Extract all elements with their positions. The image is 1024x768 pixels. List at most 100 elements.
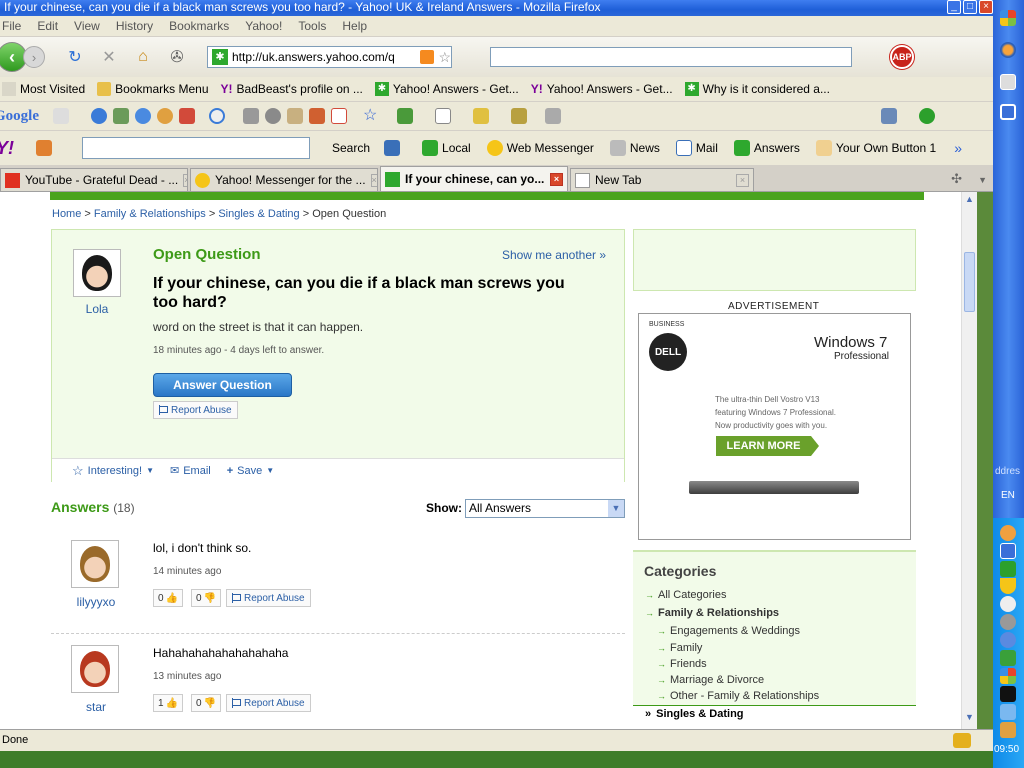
category-other-family[interactable]: Other - Family & Relationships (657, 690, 819, 702)
breadcrumb-singles-dating[interactable]: Singles & Dating (218, 208, 299, 220)
sidewiki-icon[interactable] (473, 108, 489, 124)
show-filter-select[interactable]: All Answers ▼ (465, 499, 625, 518)
pencil-icon[interactable] (545, 108, 561, 124)
menu-file[interactable]: File (0, 19, 29, 33)
bookmark-yahoo-answers-2[interactable]: Y! Yahoo! Answers - Get... (525, 82, 679, 96)
tray-app-icon[interactable] (1000, 722, 1016, 738)
wrench-icon[interactable] (881, 108, 897, 124)
window-icon[interactable] (1000, 74, 1016, 90)
language-indicator[interactable]: EN (1001, 490, 1015, 501)
close-icon[interactable]: × (979, 0, 993, 14)
scroll-down-icon[interactable]: ▼ (963, 712, 976, 726)
yahoo-search-button[interactable]: Search (324, 141, 378, 155)
interesting-button[interactable]: ☆ Interesting! ▼ (64, 463, 162, 479)
firefox-icon[interactable] (1000, 42, 1016, 58)
shield-icon[interactable] (384, 140, 401, 156)
pencil-icon[interactable] (36, 140, 52, 156)
tray-flag-icon[interactable] (1000, 668, 1016, 684)
tray-window-icon[interactable] (1000, 543, 1016, 559)
more-chevron-icon[interactable]: » (954, 140, 962, 156)
close-tab-icon[interactable]: × (550, 172, 563, 186)
save-button[interactable]: + Save ▼ (219, 465, 282, 477)
addon-icon[interactable]: ✇ (165, 45, 189, 69)
adblock-plus-button[interactable]: ABP (890, 45, 914, 69)
learn-more-button[interactable]: LEARN MORE (716, 436, 819, 456)
mail-icon[interactable] (331, 108, 347, 124)
email-button[interactable]: ✉ Email (162, 464, 219, 478)
clock[interactable]: 09:50 (994, 744, 1019, 755)
yahoo-local-button[interactable]: Local (414, 140, 479, 156)
shield-icon[interactable] (1000, 578, 1016, 594)
google-logo[interactable]: Google (0, 108, 39, 125)
globe-icon[interactable] (91, 108, 107, 124)
avatar[interactable] (71, 645, 119, 693)
tab-new-tab[interactable]: New Tab × (570, 168, 754, 191)
bookmark-star-icon[interactable]: ☆ (438, 49, 451, 66)
yslow-icon[interactable] (953, 733, 971, 748)
category-all[interactable]: All Categories (645, 589, 726, 601)
bookmark-yahoo-answers-1[interactable]: ✱ Yahoo! Answers - Get... (369, 82, 525, 96)
chrome-icon[interactable] (209, 108, 225, 124)
answerer-name[interactable]: lilyyyxo (66, 595, 126, 609)
report-abuse-button[interactable]: Report Abuse (226, 694, 311, 712)
tray-app-icon[interactable] (1000, 525, 1016, 541)
bookmark-bookmarks-menu[interactable]: Bookmarks Menu (91, 82, 214, 96)
tab-list-icon[interactable]: ✣ (941, 171, 972, 191)
notebook-icon[interactable] (309, 108, 325, 124)
scrollbar-thumb[interactable] (964, 252, 975, 312)
window-icon[interactable] (1000, 104, 1016, 120)
thumbs-up-button[interactable]: 1 👍 (153, 694, 184, 712)
thumbs-down-button[interactable]: 0 👎 (191, 694, 222, 712)
report-abuse-button[interactable]: Report Abuse (226, 589, 311, 607)
thumbs-up-button[interactable]: 0 👍 (153, 589, 184, 607)
answer-question-button[interactable]: Answer Question (153, 373, 292, 397)
close-tab-icon[interactable]: × (736, 173, 749, 187)
url-bar[interactable]: ✱ http://uk.answers.yahoo.com/q ☆ (207, 46, 452, 68)
close-tab-icon[interactable]: × (183, 173, 187, 187)
globe-icon[interactable] (135, 108, 151, 124)
gear-icon[interactable] (1000, 614, 1016, 630)
tab-yahoo-messenger[interactable]: Yahoo! Messenger for the ... × (190, 168, 378, 191)
tray-green-icon[interactable] (1000, 561, 1016, 577)
tab-question[interactable]: If your chinese, can yo... × (380, 166, 568, 191)
yahoo-mail-button[interactable]: Mail (668, 140, 726, 156)
category-engagements-weddings[interactable]: Engagements & Weddings (657, 625, 800, 637)
category-friends[interactable]: Friends (657, 658, 707, 670)
chat-icon[interactable] (265, 108, 281, 124)
send-to-icon[interactable] (511, 108, 527, 124)
tray-app-icon[interactable] (1000, 704, 1016, 720)
menu-bookmarks[interactable]: Bookmarks (161, 19, 237, 33)
tab-youtube[interactable]: YouTube - Grateful Dead - ... × (0, 168, 188, 191)
category-family[interactable]: Family (657, 642, 702, 654)
reload-icon[interactable]: ↻ (63, 45, 87, 69)
avatar[interactable] (71, 540, 119, 588)
network-icon[interactable] (1000, 596, 1016, 612)
calendar-icon[interactable] (179, 108, 195, 124)
bookmark-most-visited[interactable]: Most Visited (0, 82, 91, 96)
translate-icon[interactable] (435, 108, 451, 124)
close-tab-icon[interactable]: × (370, 173, 377, 187)
minimize-icon[interactable]: _ (947, 0, 961, 14)
comment-icon[interactable] (53, 108, 69, 124)
menu-yahoo[interactable]: Yahoo! (237, 19, 290, 33)
asker-name[interactable]: Lola (67, 302, 127, 316)
menu-help[interactable]: Help (334, 19, 375, 33)
star-icon[interactable]: ☆ (363, 108, 379, 124)
building-icon[interactable] (243, 108, 259, 124)
tray-app-icon[interactable] (1000, 686, 1016, 702)
menu-edit[interactable]: Edit (29, 19, 66, 33)
tray-app-icon[interactable] (1000, 650, 1016, 666)
yahoo-answers-button[interactable]: Answers (726, 140, 808, 156)
forward-button[interactable]: › (23, 46, 45, 68)
image-icon[interactable] (113, 108, 129, 124)
search-bar[interactable] (490, 47, 852, 67)
windows-flag-icon[interactable] (1000, 10, 1016, 26)
advertisement[interactable]: BUSINESS DELL Windows 7 Professional The… (638, 313, 911, 540)
tray-app-icon[interactable] (1000, 632, 1016, 648)
show-another-link[interactable]: Show me another » (502, 248, 606, 262)
maximize-icon[interactable]: □ (963, 0, 977, 14)
yahoo-custom-button[interactable]: Your Own Button 1 (808, 140, 944, 156)
bookmark-why-considered[interactable]: ✱ Why is it considered a... (679, 82, 836, 96)
compass-icon[interactable] (157, 108, 173, 124)
page-scrollbar[interactable]: ▲ ▼ (961, 192, 977, 729)
